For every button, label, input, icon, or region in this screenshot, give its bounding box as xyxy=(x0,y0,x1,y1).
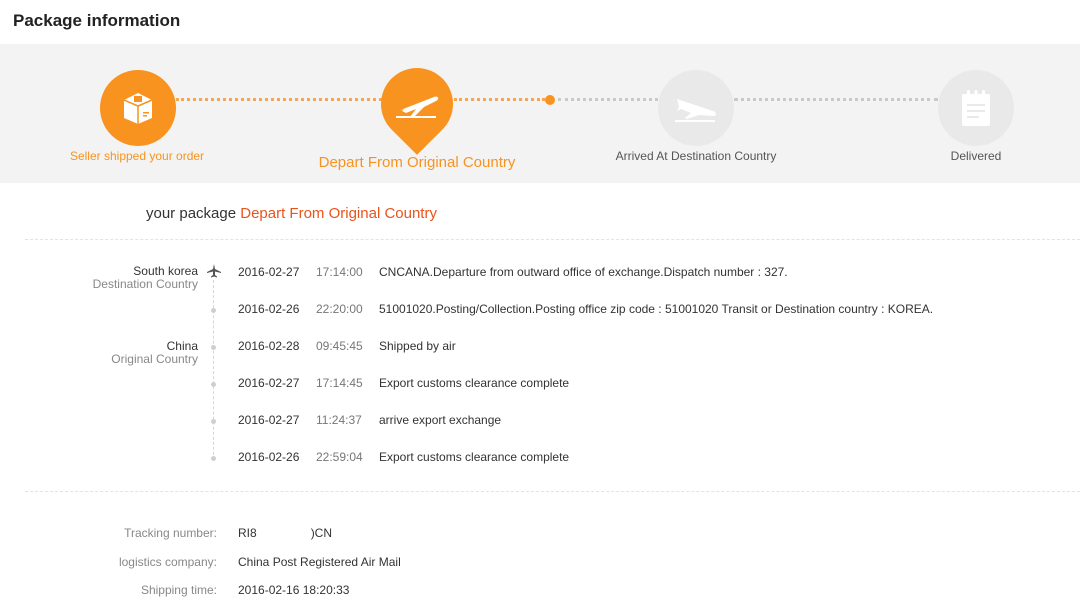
tracking-event: 2016-02-27 17:14:00 CNCANA.Departure from … xyxy=(238,265,788,279)
location-group-destination: South korea Destination Country xyxy=(93,265,198,291)
plane-landing-icon xyxy=(675,99,716,122)
event-description: CNCANA.Departure from outward office of … xyxy=(379,265,788,279)
step-seller-shipped xyxy=(100,70,176,146)
status-highlight: Depart From Original Country xyxy=(240,205,437,222)
package-status-line: your package Depart From Original Countr… xyxy=(146,205,437,222)
notepad-icon xyxy=(962,90,990,126)
tracking-event: 2016-02-28 09:45:45 Shipped by air xyxy=(238,339,456,353)
progress-connector-1 xyxy=(176,98,382,102)
step-delivered xyxy=(938,70,1014,146)
step-arrived-destination xyxy=(658,70,734,146)
location-group-origin: China Original Country xyxy=(111,340,198,366)
tracking-number-value[interactable]: RI8)CN xyxy=(238,526,332,540)
status-prefix: your package xyxy=(146,205,237,222)
shipment-progress-bar: Seller shipped your order Depart From Or… xyxy=(0,44,1080,183)
event-description: 51001020.Posting/Collection.Posting offi… xyxy=(379,302,934,316)
event-date: 2016-02-26 xyxy=(238,450,300,464)
step-label-delivered: Delivered xyxy=(950,149,1002,163)
timeline-dot xyxy=(211,456,216,461)
progress-connector-2b xyxy=(558,98,658,102)
progress-connector-2a xyxy=(454,98,545,102)
event-description: Shipped by air xyxy=(379,339,456,353)
progress-current-marker xyxy=(545,95,555,105)
event-date: 2016-02-27 xyxy=(238,413,300,427)
location-role: Original Country xyxy=(111,352,198,366)
timeline-dot xyxy=(211,345,216,350)
event-time: 11:24:37 xyxy=(316,413,362,427)
shipping-time-value: 2016-02-16 18:20:33 xyxy=(238,583,350,597)
event-date: 2016-02-28 xyxy=(238,339,300,353)
logistics-company-value: China Post Registered Air Mail xyxy=(238,555,401,569)
step-label-arrived-destination: Arrived At Destination Country xyxy=(615,149,777,163)
tracking-event: 2016-02-27 11:24:37 arrive export exchange xyxy=(238,413,501,427)
package-box-icon xyxy=(123,93,153,124)
event-date: 2016-02-27 xyxy=(238,265,300,279)
tracking-event: 2016-02-26 22:20:00 51001020.Posting/Colle… xyxy=(238,302,933,316)
event-time: 17:14:00 xyxy=(316,265,363,279)
event-date: 2016-02-26 xyxy=(238,302,300,316)
step-label-seller-shipped: Seller shipped your order xyxy=(69,149,205,163)
plane-icon xyxy=(207,264,221,278)
event-description: arrive export exchange xyxy=(379,413,502,427)
event-time: 22:20:00 xyxy=(316,302,363,316)
plane-takeoff-icon xyxy=(381,68,453,140)
timeline-line xyxy=(213,280,214,460)
event-description: Export customs clearance complete xyxy=(379,376,570,390)
event-description: Export customs clearance complete xyxy=(379,450,570,464)
divider-bottom xyxy=(25,491,1080,492)
timeline-dot xyxy=(211,419,216,424)
event-time: 17:14:45 xyxy=(316,376,363,390)
event-time: 09:45:45 xyxy=(316,339,363,353)
timeline-dot xyxy=(211,382,216,387)
step-label-depart-original: Depart From Original Country xyxy=(318,154,516,171)
event-time: 22:59:04 xyxy=(316,450,363,464)
location-role: Destination Country xyxy=(92,277,198,291)
event-date: 2016-02-27 xyxy=(238,376,300,390)
tracking-event: 2016-02-27 17:14:45 Export customs clearan… xyxy=(238,376,569,390)
timeline-dot xyxy=(211,308,216,313)
tracking-event: 2016-02-26 22:59:04 Export customs clearan… xyxy=(238,450,569,464)
divider-top xyxy=(25,239,1080,240)
progress-connector-3 xyxy=(734,98,938,102)
page-title: Package information xyxy=(13,11,181,30)
